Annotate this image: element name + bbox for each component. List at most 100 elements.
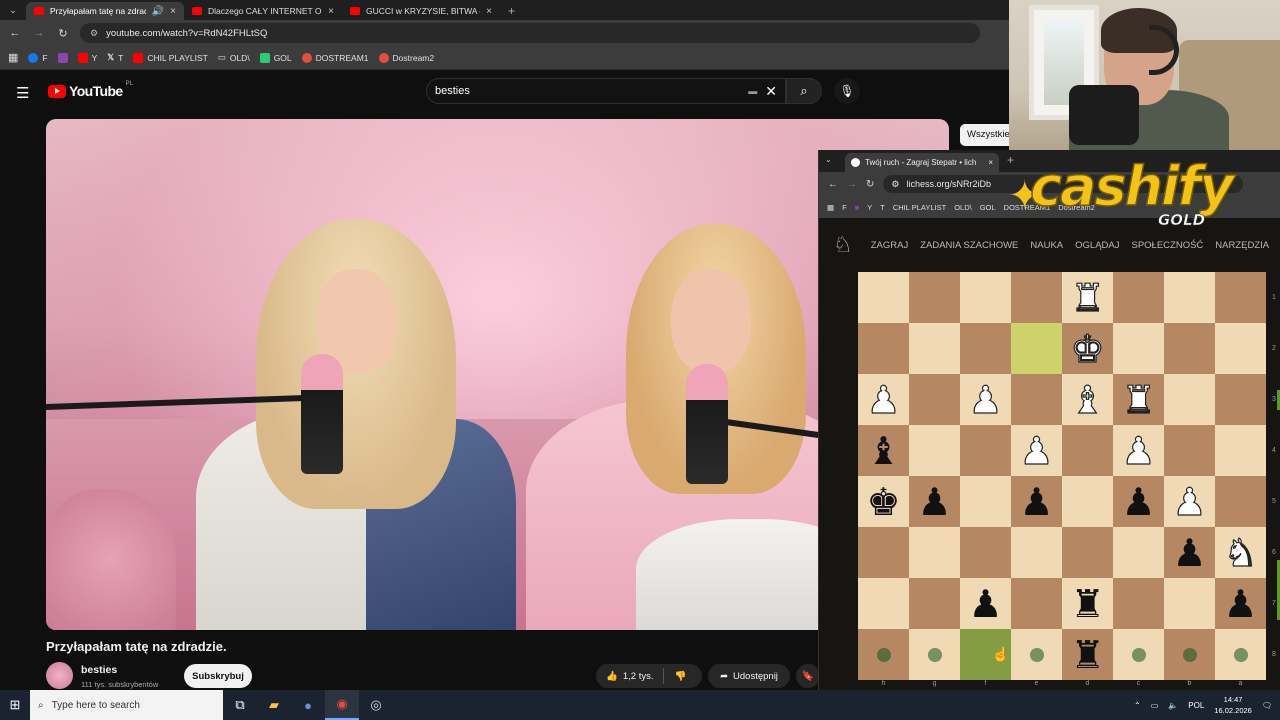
tab-search-icon[interactable]: ⌄ <box>0 0 26 20</box>
new-tab-button[interactable]: + <box>500 2 523 20</box>
lichess-logo-icon[interactable]: ♘ <box>833 232 853 258</box>
board-square[interactable]: ♟ <box>960 374 1011 425</box>
search-input[interactable]: besties ▬ ✕ <box>426 78 786 104</box>
board-square[interactable] <box>1011 323 1062 374</box>
board-square[interactable] <box>1164 323 1215 374</box>
board-square[interactable]: ♟ <box>1113 425 1164 476</box>
subscribe-button[interactable]: Subskrybuj <box>184 664 252 688</box>
share-button[interactable]: ➦ Udostępnij <box>708 664 790 688</box>
taskbar-search[interactable]: ⌕ Type here to search <box>30 690 223 720</box>
board-square[interactable] <box>1164 374 1215 425</box>
bookmark-twitch[interactable] <box>57 52 68 63</box>
black-pawn-icon[interactable]: ♟ <box>917 483 951 521</box>
black-pawn-icon[interactable]: ♟ <box>1223 585 1257 623</box>
board-square[interactable] <box>909 323 960 374</box>
tab-0[interactable]: Przyłapałam tatę na zdradzie 🔊 × <box>26 2 184 20</box>
bookmark-twitch[interactable]: ■ <box>855 203 860 212</box>
tab-close-icon[interactable]: × <box>170 6 176 17</box>
black-rook-icon[interactable]: ♜ <box>1070 585 1104 623</box>
channel-avatar[interactable] <box>46 662 73 689</box>
white-pawn-icon[interactable]: ♟ <box>866 380 901 419</box>
nav-watch[interactable]: OGLĄDAJ <box>1075 240 1119 251</box>
board-square[interactable] <box>960 272 1011 323</box>
bookmark-facebook[interactable]: F <box>842 203 847 212</box>
move-hint-dot[interactable] <box>876 647 891 662</box>
board-square[interactable] <box>1113 578 1164 629</box>
board-square[interactable]: ♟ <box>1164 476 1215 527</box>
board-square[interactable] <box>1062 527 1113 578</box>
board-square[interactable] <box>1011 527 1062 578</box>
bookmark-old[interactable]: ▭ OLD\ <box>218 52 250 63</box>
board-square[interactable] <box>1215 374 1266 425</box>
windows-start-icon[interactable]: ⊞ <box>0 690 30 720</box>
nav-learn[interactable]: NAUKA <box>1030 240 1063 251</box>
board-square[interactable]: ♚ <box>1062 323 1113 374</box>
search-button[interactable]: ⌕ <box>786 78 822 104</box>
video-player[interactable] <box>46 119 949 630</box>
board-square[interactable] <box>1164 578 1215 629</box>
clock[interactable]: 14:47 16.02.2026 <box>1214 694 1252 716</box>
board-square[interactable] <box>1215 629 1266 680</box>
board-square[interactable]: ♟ <box>1215 578 1266 629</box>
board-square[interactable]: ♝ <box>858 425 909 476</box>
white-knight-icon[interactable]: ♞ <box>1223 533 1258 572</box>
board-square[interactable] <box>1164 272 1215 323</box>
board-square[interactable] <box>909 527 960 578</box>
black-pawn-icon[interactable]: ♟ <box>968 585 1002 623</box>
board-square[interactable] <box>1164 629 1215 680</box>
white-pawn-icon[interactable]: ♟ <box>968 380 1003 419</box>
network-icon[interactable]: ▭ <box>1151 701 1159 710</box>
discord-icon[interactable]: ● <box>291 690 325 720</box>
board-square[interactable] <box>858 323 909 374</box>
board-square[interactable] <box>1215 476 1266 527</box>
language-indicator[interactable]: POL <box>1188 701 1204 710</box>
board-square[interactable]: ♟ <box>909 476 960 527</box>
bookmark-x[interactable]: 𝕏T <box>107 52 123 63</box>
board-square[interactable]: ♜ <box>1113 374 1164 425</box>
white-pawn-icon[interactable]: ♟ <box>1172 482 1207 521</box>
site-info-icon[interactable]: ⚙ <box>891 179 899 190</box>
tab-close-icon[interactable]: × <box>486 6 492 17</box>
bookmark-gol[interactable]: GOL <box>980 203 996 212</box>
board-square[interactable] <box>960 476 1011 527</box>
black-king-icon[interactable]: ♚ <box>866 483 900 521</box>
black-pawn-icon[interactable]: ♟ <box>1121 483 1155 521</box>
white-rook-icon[interactable]: ♜ <box>1070 278 1105 317</box>
black-pawn-icon[interactable]: ♟ <box>1172 534 1206 572</box>
board-square[interactable] <box>960 527 1011 578</box>
board-square[interactable] <box>909 272 960 323</box>
board-square[interactable] <box>1011 374 1062 425</box>
dislike-button[interactable]: 👎 <box>664 671 696 682</box>
board-square[interactable] <box>1215 323 1266 374</box>
nav-play[interactable]: ZAGRAJ <box>871 240 908 251</box>
board-square[interactable]: ♟ <box>1011 425 1062 476</box>
black-rook-icon[interactable]: ♜ <box>1070 636 1104 674</box>
tab-1[interactable]: Dlaczego CAŁY INTERNET Obs × <box>184 2 342 20</box>
volume-icon[interactable]: 🔈 <box>1168 701 1178 710</box>
voice-search-button[interactable]: 🎙 <box>834 78 860 104</box>
nav-community[interactable]: SPOŁECZNOŚĆ <box>1132 240 1204 251</box>
bookmark-youtube[interactable]: Y <box>77 52 97 63</box>
board-square[interactable] <box>1164 425 1215 476</box>
keyboard-icon[interactable]: ▬ <box>748 86 757 96</box>
board-square[interactable] <box>909 425 960 476</box>
bookmark-gol[interactable]: GOL <box>259 52 292 63</box>
board-square[interactable] <box>1011 578 1062 629</box>
board-square[interactable]: ♜ <box>1062 272 1113 323</box>
bookmark-youtube[interactable]: Y <box>867 203 872 212</box>
board-square[interactable] <box>858 578 909 629</box>
bookmark-dostream2[interactable]: Dostream2 <box>378 52 434 63</box>
board-square[interactable] <box>909 578 960 629</box>
like-button[interactable]: 👍 1,2 tys. <box>596 668 665 684</box>
board-square[interactable] <box>909 374 960 425</box>
board-square[interactable] <box>1062 476 1113 527</box>
new-tab-button[interactable]: + <box>1007 153 1014 167</box>
menu-icon[interactable]: ☰ <box>16 84 29 102</box>
board-square[interactable] <box>1113 527 1164 578</box>
bookmark-old[interactable]: OLD\ <box>954 203 972 212</box>
tab-search-icon[interactable]: ⌄ <box>825 155 832 164</box>
board-square[interactable] <box>960 323 1011 374</box>
board-square[interactable] <box>1062 425 1113 476</box>
clear-search-icon[interactable]: ✕ <box>765 83 777 100</box>
move-hint-dot[interactable] <box>1029 647 1044 662</box>
